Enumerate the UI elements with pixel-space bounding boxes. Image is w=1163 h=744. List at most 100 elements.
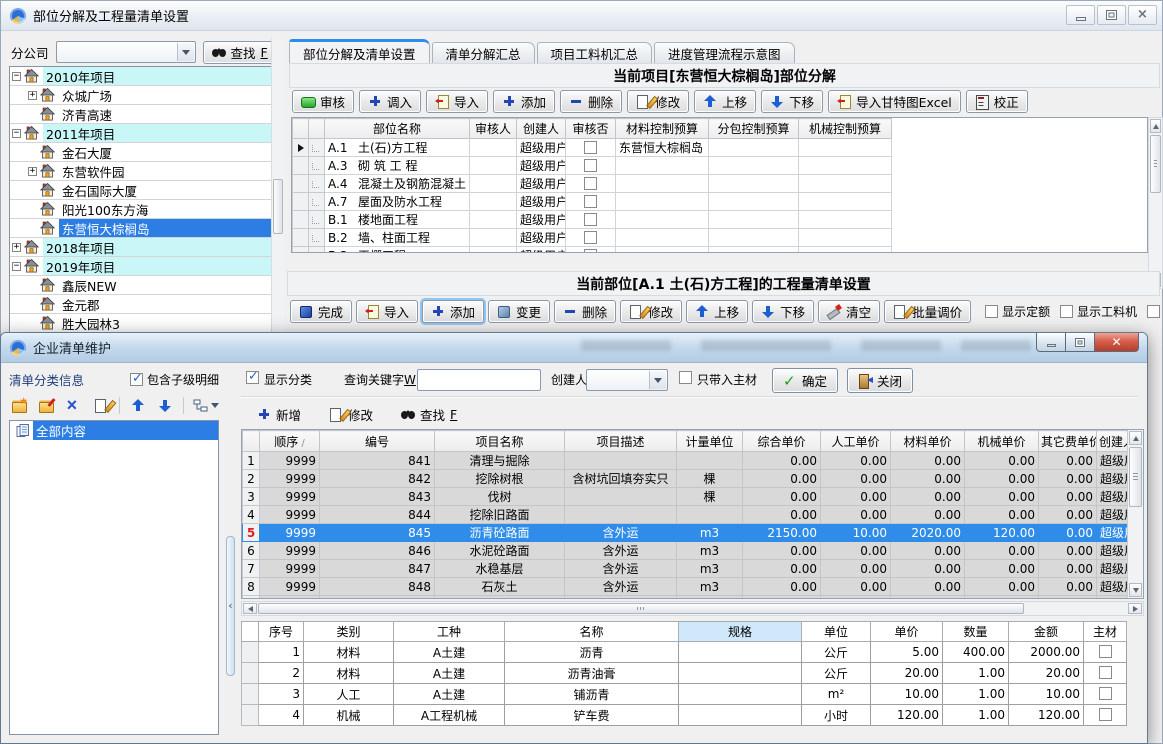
expand-icon[interactable]: + [28,167,37,176]
scroll-up-button[interactable] [1150,119,1161,133]
keyword-input[interactable] [417,369,541,391]
layout-button[interactable] [192,396,221,416]
show-category-checkbox[interactable] [246,371,259,384]
branch-combobox[interactable] [56,41,196,63]
edit-category-button[interactable] [36,396,55,416]
tree-item-7[interactable]: 阳光100东方海 [10,200,283,219]
close-button[interactable]: ✕ [1094,333,1139,352]
list-row-0[interactable]: 19999841清理与掘除0.000.000.000.000.00超级用户 [243,452,1129,470]
load-in-button[interactable]: 调入 [359,90,421,113]
list-row-3[interactable]: 49999844挖除旧路面0.000.000.000.000.00超级用户 [243,506,1129,524]
tree-item-13[interactable]: 胜大园林3 [10,314,283,333]
part-row-4[interactable]: B.1楼地面工程超级用户 [293,211,892,229]
part-row-2[interactable]: A.4混凝土及钢筋混凝土超级用户 [293,175,892,193]
scroll-left-button[interactable] [243,603,257,614]
audited-checkbox[interactable] [584,159,597,172]
expand-icon[interactable]: + [28,91,37,100]
tab-0[interactable]: 部位分解及清单设置 [289,39,430,63]
delete-button[interactable]: 删除 [560,90,622,113]
expand-icon[interactable]: + [12,243,21,252]
main-material-checkbox[interactable] [1099,645,1112,658]
main-material-checkbox[interactable] [1099,666,1112,679]
list-grid-hscrollbar[interactable] [241,601,1144,616]
part-row-6[interactable]: B.3天棚工程超级用户 [293,247,892,254]
list-row-6[interactable]: 79999847水稳基层含外运m30.000.000.000.000.00超级用… [243,560,1129,578]
scrollbar-thumb[interactable] [273,179,283,234]
scrollbar-thumb[interactable] [1129,447,1142,507]
part-row-5[interactable]: B.2墙、柱面工程超级用户 [293,229,892,247]
modify-button[interactable]: 修改 [620,300,682,323]
part-row-3[interactable]: A.7屋面及防水工程超级用户 [293,193,892,211]
scrollbar-thumb[interactable] [1150,135,1161,193]
clear-button[interactable]: 清空 [818,300,880,323]
collapse-icon[interactable]: − [12,129,21,138]
collapse-icon[interactable]: − [12,262,21,271]
list-row-7[interactable]: 89999848石灰土含外运m30.000.000.000.000.00超级用户 [243,578,1129,596]
list-row-4[interactable]: 59999845沥青砼路面含外运m32150.0010.002020.00120… [243,524,1129,542]
tree-item-8[interactable]: 东营恒大棕榈岛 [10,219,283,238]
tree-item-3[interactable]: −2011年项目 [10,124,283,143]
move-down-button[interactable]: 下移 [761,90,823,113]
list-row-1[interactable]: 29999842挖除树根含树坑回填夯实只棵0.000.000.000.000.0… [243,470,1129,488]
minimize-button[interactable] [1036,333,1066,352]
audited-checkbox[interactable] [584,231,597,244]
move-down-button[interactable] [155,396,174,416]
move-up-button[interactable]: 上移 [694,90,756,113]
tab-3[interactable]: 进度管理流程示意图 [654,42,795,63]
minimize-button[interactable] [1066,5,1095,25]
move-up-button[interactable] [128,396,147,416]
auto-wrap-checkbox[interactable] [1147,305,1160,318]
import-button[interactable]: 导入 [426,90,488,113]
tree-item-1[interactable]: +众城广场 [10,86,283,105]
part-row-1[interactable]: A.3砌 筑 工 程超级用户 [293,157,892,175]
list-row-2[interactable]: 39999843伐树棵0.000.000.000.000.00超级用户 [243,488,1129,506]
add-new-button[interactable]: 新增 [257,405,301,424]
maximize-button[interactable] [1066,333,1094,352]
complete-button[interactable]: 完成 [290,300,352,323]
show-labor-machine-checkbox[interactable] [1060,305,1073,318]
splitter-handle[interactable]: ‹ [226,536,235,676]
list-row-8[interactable]: 99999849挖除砼结构物0.000.000.000.000.00超级用户 [243,596,1129,600]
calibrate-button[interactable]: 校正 [966,90,1028,113]
move-down-button[interactable]: 下移 [752,300,814,323]
audited-checkbox[interactable] [584,249,597,254]
list-row-5[interactable]: 69999846水泥砼路面含外运m30.000.000.000.000.00超级… [243,542,1129,560]
find-button[interactable]: 查找F [203,41,277,64]
tree-item-9[interactable]: +2018年项目 [10,238,283,257]
tree-item-all[interactable]: 全部内容 [10,421,218,440]
part-grid-scrollbar[interactable] [1148,117,1163,289]
modify-button[interactable]: 修改 [627,90,689,113]
collapse-icon[interactable]: − [12,72,21,81]
change-button[interactable]: 变更 [488,300,550,323]
import-button[interactable]: 导入 [356,300,418,323]
tree-item-10[interactable]: −2019年项目 [10,257,283,276]
tree-item-6[interactable]: 金石国际大厦 [10,181,283,200]
detail-row-1[interactable]: 2材料A土建沥青油膏公斤20.001.0020.00 [242,663,1127,684]
maximize-button[interactable] [1097,5,1126,25]
close-button[interactable]: × [1128,5,1157,25]
move-up-button[interactable]: 上移 [686,300,748,323]
close-dialog-button[interactable]: 关闭 [847,368,913,393]
add-button[interactable]: 添加 [422,300,484,323]
main-material-checkbox[interactable] [1099,687,1112,700]
main-material-checkbox[interactable] [1099,708,1112,721]
audited-checkbox[interactable] [584,213,597,226]
detail-row-2[interactable]: 3人工A土建铺沥青m²10.001.0010.00 [242,684,1127,705]
audited-checkbox[interactable] [584,141,597,154]
show-quota-checkbox[interactable] [985,305,998,318]
find-button[interactable]: 查找F [401,405,457,424]
creator-combobox[interactable] [586,369,668,391]
scrollbar-thumb[interactable] [258,603,1024,614]
combo-arrow-button[interactable] [177,43,194,61]
new-category-button[interactable] [9,396,28,416]
audited-checkbox[interactable] [584,195,597,208]
detail-row-0[interactable]: 1材料A土建沥青公斤5.00400.002000.00 [242,642,1127,663]
import-gantt-excel-button[interactable]: 导入甘特图Excel [828,90,961,113]
audit-button[interactable]: 审核 [292,90,354,113]
tab-2[interactable]: 项目工料机汇总 [537,42,653,63]
tree-item-4[interactable]: 金石大厦 [10,143,283,162]
tree-item-12[interactable]: 金元郡 [10,295,283,314]
scroll-right-button[interactable] [1128,603,1142,614]
modify-button[interactable]: 修改 [329,405,373,424]
list-grid-scrollbar[interactable] [1127,430,1143,598]
